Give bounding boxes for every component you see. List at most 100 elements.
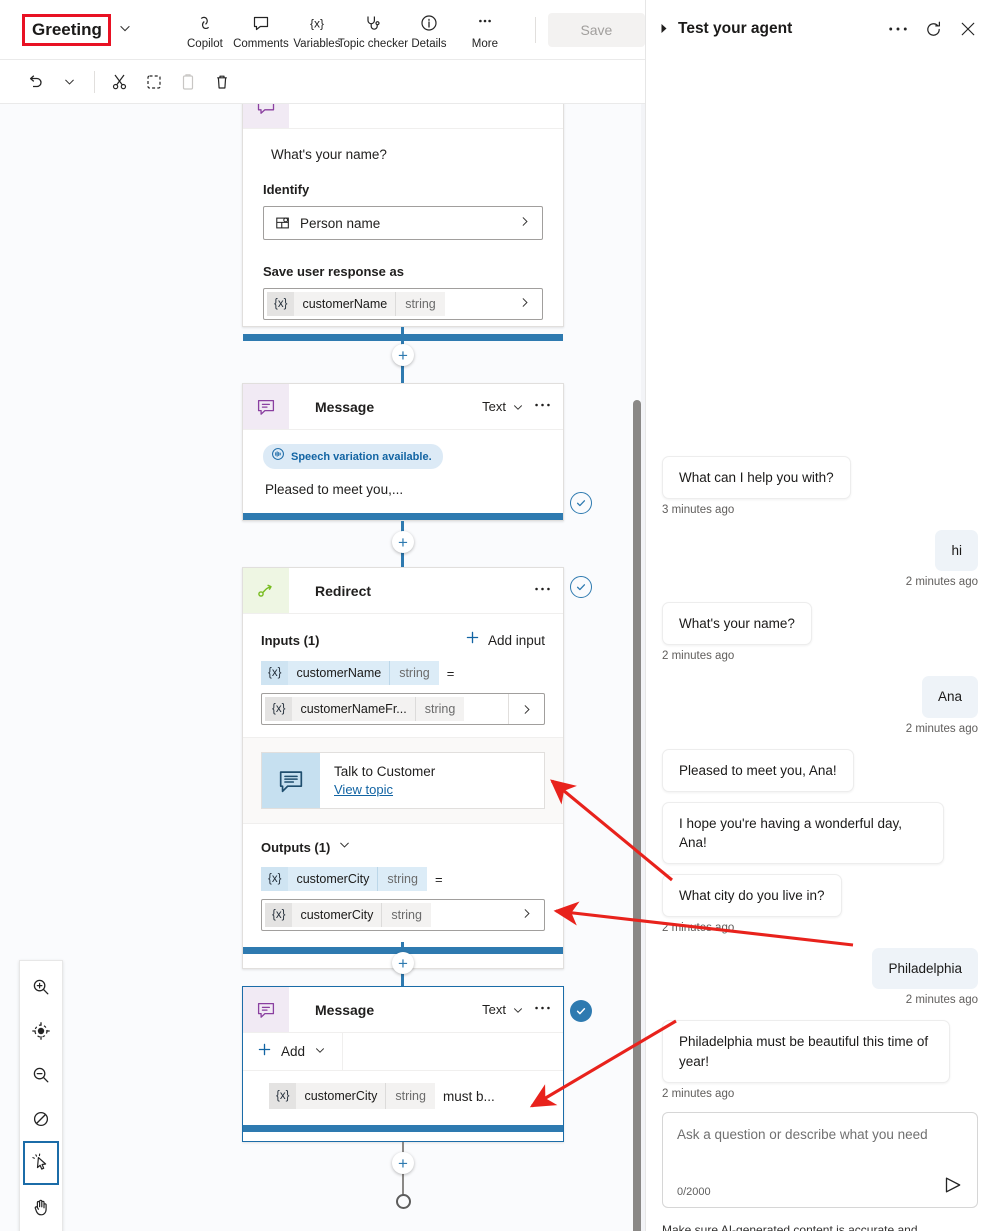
undo-button[interactable] bbox=[18, 67, 52, 97]
question-node-header bbox=[243, 104, 563, 129]
variables-icon: {x} bbox=[307, 12, 327, 34]
message-node-2-add-row: Add bbox=[243, 1033, 563, 1071]
target-topic-card[interactable]: Talk to Customer View topic bbox=[261, 752, 545, 809]
cut-button[interactable] bbox=[103, 67, 137, 97]
hand-icon[interactable] bbox=[23, 1185, 59, 1229]
zoom-out-icon[interactable] bbox=[23, 1053, 59, 1097]
pointer-icon[interactable] bbox=[23, 1141, 59, 1185]
chat-message: What's your name? 2 minutes ago bbox=[646, 602, 993, 662]
chevron-right-icon[interactable] bbox=[507, 215, 542, 231]
message-node-2-body[interactable]: {x} customerCity string must b... bbox=[243, 1071, 563, 1125]
chat-composer[interactable]: Ask a question or describe what you need… bbox=[662, 1111, 978, 1208]
question-node-body: What's your name? Identify Person name S… bbox=[243, 129, 563, 334]
ai-disclaimer-text: Make sure AI-generated content is accura… bbox=[662, 1222, 918, 1231]
add-input-button[interactable]: Add input bbox=[465, 630, 545, 650]
input-value-field[interactable]: {x} customerNameFr... string bbox=[261, 693, 545, 725]
input-value-pill: {x} customerNameFr... string bbox=[265, 697, 465, 721]
message-node-2-footer bbox=[243, 1125, 563, 1132]
message-variable-pill: {x} customerCity string bbox=[269, 1083, 435, 1109]
message-node-1-actions: Text bbox=[482, 384, 563, 429]
message-mode-selector[interactable]: Text bbox=[482, 1002, 524, 1017]
ai-disclaimer: Make sure AI-generated content is accura… bbox=[662, 1221, 978, 1231]
character-counter: 0/2000 bbox=[677, 1185, 711, 1198]
copy-button[interactable] bbox=[137, 67, 171, 97]
chat-message: hi 2 minutes ago bbox=[646, 530, 993, 588]
chat-message: Philadelphia 2 minutes ago bbox=[646, 948, 993, 1006]
outputs-label: Outputs (1) bbox=[261, 839, 331, 855]
message-node-2-overflow-button[interactable] bbox=[534, 1003, 551, 1017]
topic-checker-button[interactable]: Topic checker bbox=[338, 10, 408, 50]
add-node-button[interactable]: + bbox=[392, 344, 414, 366]
canvas-scrollbar[interactable] bbox=[633, 400, 641, 1231]
chat-timestamp: 2 minutes ago bbox=[662, 922, 735, 935]
zoom-in-icon[interactable] bbox=[23, 965, 59, 1009]
redirect-target-band: Talk to Customer View topic bbox=[243, 737, 563, 824]
chevron-down-icon[interactable] bbox=[118, 21, 132, 38]
variable-sigil: {x} bbox=[269, 1083, 297, 1109]
chevron-right-icon[interactable] bbox=[508, 694, 544, 724]
topic-checker-label: Topic checker bbox=[337, 37, 409, 50]
send-icon[interactable] bbox=[942, 1174, 964, 1201]
redirect-node-overflow-button[interactable] bbox=[534, 584, 551, 598]
chat-timestamp: 2 minutes ago bbox=[662, 650, 735, 663]
test-panel-header: Test your agent bbox=[646, 0, 993, 58]
save-response-variable-field[interactable]: {x} customerName string bbox=[263, 288, 543, 320]
message-mode-label: Text bbox=[482, 1002, 506, 1017]
chat-timestamp: 2 minutes ago bbox=[905, 722, 978, 735]
caret-right-icon[interactable] bbox=[660, 23, 669, 36]
refresh-icon[interactable] bbox=[924, 20, 943, 39]
authoring-canvas[interactable]: What's your name? Identify Person name S… bbox=[0, 104, 645, 1231]
redirect-node-header: Redirect bbox=[243, 568, 563, 614]
speech-variation-badge[interactable]: Speech variation available. bbox=[263, 444, 443, 469]
stethoscope-icon bbox=[363, 12, 383, 34]
comments-button[interactable]: Comments bbox=[233, 10, 289, 50]
message-node-1-body: Speech variation available. Pleased to m… bbox=[243, 430, 563, 513]
output-equals-sign: = bbox=[434, 871, 443, 887]
ellipsis-icon[interactable] bbox=[888, 26, 908, 32]
add-node-button[interactable]: + bbox=[392, 531, 414, 553]
variable-type: string bbox=[389, 661, 439, 685]
message-mode-selector[interactable]: Text bbox=[482, 399, 524, 414]
fit-to-view-icon[interactable] bbox=[23, 1009, 59, 1053]
delete-button[interactable] bbox=[205, 67, 239, 97]
message-icon bbox=[243, 987, 289, 1032]
variables-button[interactable]: {x} Variables bbox=[289, 10, 345, 50]
outputs-toggle[interactable]: Outputs (1) bbox=[261, 838, 545, 856]
chat-input-placeholder[interactable]: Ask a question or describe what you need bbox=[677, 1125, 963, 1145]
variable-name: customerName bbox=[288, 661, 390, 685]
page-title: Greeting bbox=[22, 13, 111, 46]
topic-name-control[interactable]: Greeting bbox=[22, 13, 132, 46]
message-node-2[interactable]: Message Text Add {x} customerCity string… bbox=[242, 986, 564, 1142]
paste-button[interactable] bbox=[171, 67, 205, 97]
svg-text:{x}: {x} bbox=[310, 16, 324, 30]
add-node-button[interactable]: + bbox=[392, 1152, 414, 1174]
view-topic-link[interactable]: View topic bbox=[334, 782, 435, 797]
more-button[interactable]: More bbox=[457, 10, 513, 50]
chat-bubble: Philadelphia bbox=[872, 948, 978, 990]
top-command-bar: Greeting Copilot Comments {x} Variables … bbox=[0, 0, 645, 60]
save-button[interactable]: Save bbox=[547, 12, 645, 47]
add-content-button[interactable]: Add bbox=[243, 1033, 344, 1070]
test-panel-title: Test your agent bbox=[678, 20, 793, 37]
chat-transcript[interactable]: What can I help you with? 3 minutes ago … bbox=[646, 58, 993, 1231]
add-node-button[interactable]: + bbox=[392, 952, 414, 974]
chat-bubble: I hope you're having a wonderful day, An… bbox=[662, 801, 944, 865]
chevron-right-icon[interactable] bbox=[507, 296, 542, 312]
redirect-node[interactable]: Redirect Inputs (1) Add input {x} custom… bbox=[242, 567, 564, 969]
close-icon[interactable] bbox=[959, 20, 977, 38]
chat-message: Pleased to meet you, Ana! bbox=[646, 748, 993, 792]
message-node-1-overflow-button[interactable] bbox=[534, 400, 551, 414]
chevron-right-icon[interactable] bbox=[509, 907, 544, 923]
reset-zoom-icon[interactable] bbox=[23, 1097, 59, 1141]
question-node[interactable]: What's your name? Identify Person name S… bbox=[242, 104, 564, 341]
identify-label: Identify bbox=[263, 182, 310, 197]
output-value-field[interactable]: {x} customerCity string bbox=[261, 899, 545, 931]
plus-icon bbox=[465, 630, 480, 650]
chat-bubble: What can I help you with? bbox=[662, 456, 851, 500]
message-node-1[interactable]: Message Text Speech variation available.… bbox=[242, 383, 564, 521]
undo-chevron-down-icon[interactable] bbox=[52, 67, 86, 97]
copilot-button[interactable]: Copilot bbox=[177, 10, 233, 50]
details-button[interactable]: Details bbox=[401, 10, 457, 50]
message-node-1-status-badge bbox=[570, 492, 592, 514]
entity-picker[interactable]: Person name bbox=[263, 206, 543, 240]
